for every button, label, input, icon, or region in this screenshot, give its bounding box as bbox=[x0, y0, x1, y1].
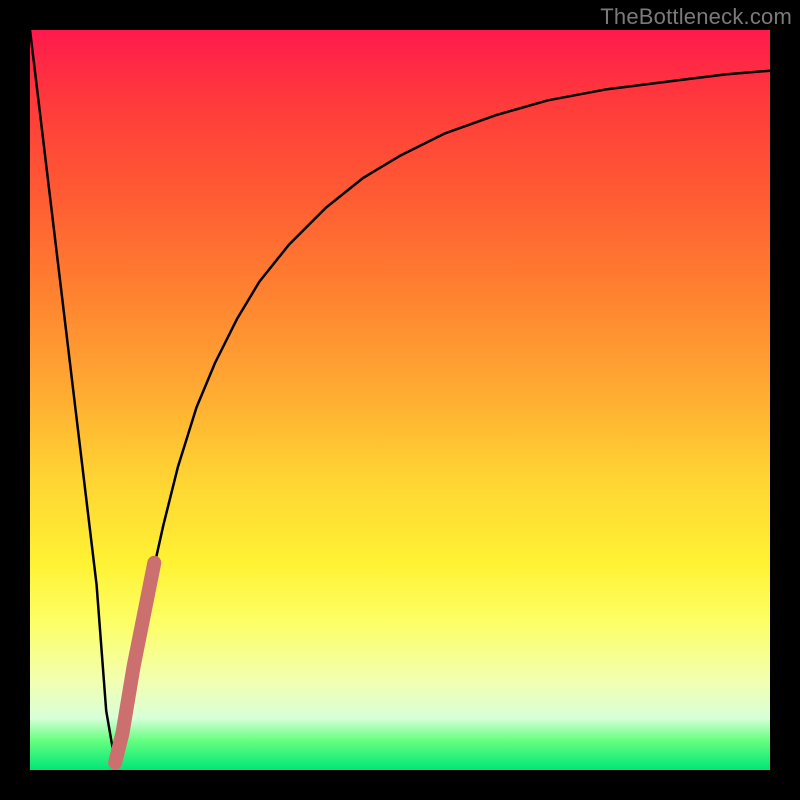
plot-area bbox=[30, 30, 770, 770]
chart-svg bbox=[30, 30, 770, 770]
watermark-text: TheBottleneck.com bbox=[600, 4, 792, 30]
highlight-segment-path bbox=[115, 563, 154, 763]
chart-frame: TheBottleneck.com bbox=[0, 0, 800, 800]
